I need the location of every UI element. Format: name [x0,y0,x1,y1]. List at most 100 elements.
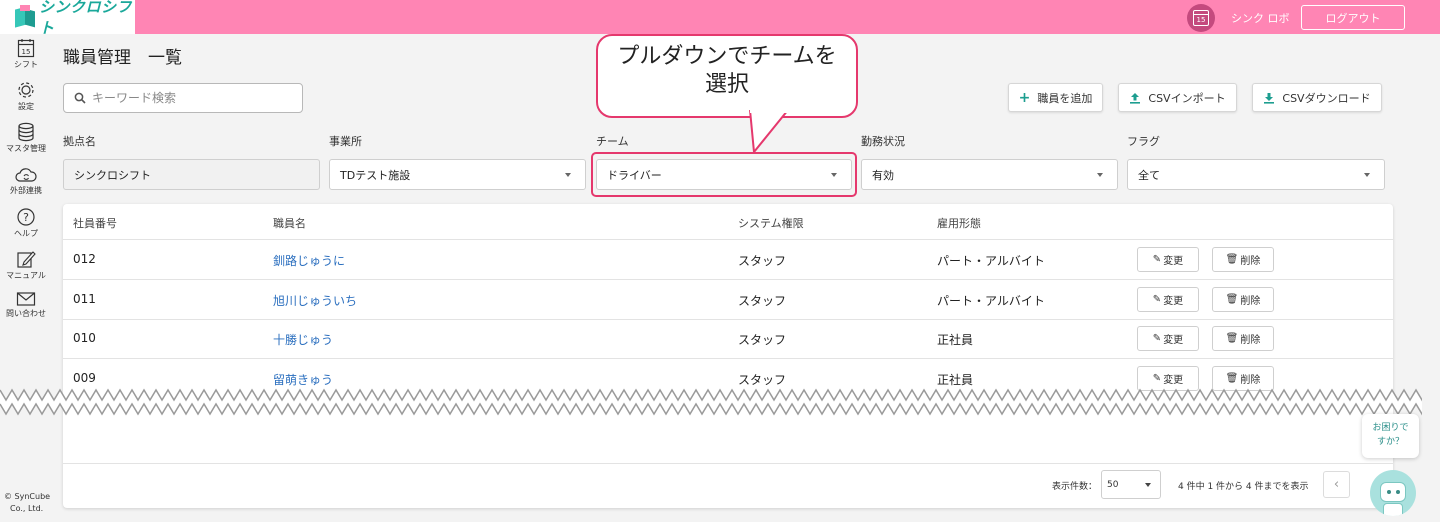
logo-text: シンクロシフト [39,0,133,37]
instruction-callout-text: プルダウンでチームを 選択 [617,44,837,97]
manual-icon [17,251,36,268]
employee-name-link[interactable]: 釧路じゅうに [273,252,345,269]
delete-button[interactable]: 🗑 削除 [1212,287,1274,312]
edit-button[interactable]: ✎ 変更 [1137,287,1199,312]
help-robot-icon[interactable] [1370,470,1416,516]
page-title: 職員管理 一覧 [63,48,182,68]
prev-page-button[interactable]: ‹ [1323,471,1350,498]
calendar-icon: 15 [17,39,35,58]
callout-pointer [749,110,790,153]
flag-select[interactable]: 全て [1127,159,1385,190]
column-header-name: 職員名 [273,217,306,230]
sidebar-item-shift[interactable]: 15 シフト [0,38,52,70]
chevron-down-icon [1364,173,1370,177]
help-icon: ? [17,208,35,226]
header-user-name: シンク ロボ [1231,12,1290,25]
pagination-range-text: 4 件中 1 件から 4 件までを表示 [1178,482,1309,492]
csv-download-label: CSVダウンロード [1282,91,1371,105]
csv-download-button[interactable]: CSVダウンロード [1252,83,1382,112]
trash-icon: 🗑 [1225,373,1239,384]
sidebar-item-contact[interactable]: 問い合わせ [0,291,52,319]
scrollbar[interactable] [1422,34,1440,522]
truncation-zigzag [0,388,1440,416]
column-header-employment: 雇用形態 [937,217,981,230]
sidebar-item-integration[interactable]: 外部連携 [0,166,52,196]
row-divider [63,239,1393,240]
employee-id: 009 [73,371,96,385]
pencil-icon: ✎ [1152,294,1162,305]
system-role: スタッフ [738,294,787,308]
employment-type: 正社員 [937,333,974,347]
employment-type: パート・アルバイト [937,254,1045,268]
sidebar-item-settings[interactable]: 設定 [0,80,52,112]
edit-button[interactable]: ✎ 変更 [1137,326,1199,351]
employee-id: 011 [73,292,96,306]
team-select-highlight [591,152,857,197]
svg-text:?: ? [23,211,29,224]
csv-import-label: CSVインポート [1148,91,1226,105]
filter-label-flag: フラグ [1127,135,1160,148]
sidebar-item-label: 設定 [18,102,34,111]
gear-icon [18,82,34,98]
row-divider [63,319,1393,320]
system-role: スタッフ [738,373,787,387]
cloud-sync-icon [15,168,37,182]
employee-name-link[interactable]: 留萌きゅう [273,371,333,388]
employment-type: 正社員 [937,373,974,387]
row-divider [63,279,1393,280]
pencil-icon: ✎ [1152,333,1162,344]
sidebar-item-help[interactable]: ? ヘルプ [0,207,52,239]
delete-button[interactable]: 🗑 削除 [1212,247,1274,272]
filter-label-base: 拠点名 [63,135,96,148]
logout-button[interactable]: ログアウト [1301,5,1405,30]
base-name-value: シンクロシフト [74,168,151,182]
employee-name-link[interactable]: 旭川じゅういち [273,292,357,309]
add-staff-button[interactable]: + 職員を追加 [1008,83,1103,112]
delete-button[interactable]: 🗑 削除 [1212,326,1274,351]
csv-import-button[interactable]: CSVインポート [1118,83,1237,112]
chevron-left-icon: ‹ [1333,477,1340,492]
download-icon [1264,92,1275,104]
chevron-down-icon [1145,483,1151,487]
trash-icon: 🗑 [1225,294,1239,305]
employment-type: パート・アルバイト [937,294,1045,308]
search-input[interactable] [92,91,282,105]
mail-icon [16,292,36,306]
sidebar-item-label: マスタ管理 [6,144,46,153]
column-header-id: 社員番号 [73,217,117,230]
office-select[interactable]: TDテスト施設 [329,159,586,190]
trash-icon: 🗑 [1225,254,1239,265]
work-status-select[interactable]: 有効 [861,159,1118,190]
sidebar-item-label: 外部連携 [10,186,42,195]
employee-id: 010 [73,331,96,345]
sidebar-item-label: 問い合わせ [6,309,46,318]
per-page-select[interactable]: 50 [1101,470,1161,499]
table-footer-divider [63,463,1393,464]
chevron-down-icon [1097,173,1103,177]
filter-label-status: 勤務状況 [861,135,905,148]
upload-icon [1130,92,1141,104]
system-role: スタッフ [738,254,787,268]
system-role: スタッフ [738,333,787,347]
row-divider [63,358,1393,359]
base-name-field: シンクロシフト [63,159,320,190]
column-header-role: システム権限 [738,217,804,230]
logo-cube-icon [12,4,35,30]
edit-button[interactable]: ✎ 変更 [1137,247,1199,272]
header-calendar-button[interactable]: 15 [1187,4,1215,32]
sidebar-item-manual[interactable]: マニュアル [0,249,52,281]
app-logo[interactable]: シンクロシフト [0,0,135,37]
sidebar-item-label: マニュアル [6,271,46,280]
calendar-icon: 15 [1193,10,1209,26]
svg-text:15: 15 [22,48,31,56]
sidebar-item-master[interactable]: マスタ管理 [0,122,52,154]
employee-id: 012 [73,252,96,266]
employee-name-link[interactable]: 十勝じゅう [273,331,333,348]
sidebar-item-label: シフト [14,60,38,69]
per-page-label: 表示件数： [1052,482,1098,492]
copyright: © SynCube Co., Ltd. [4,492,51,513]
trash-icon: 🗑 [1225,333,1239,344]
search-icon [74,92,86,104]
search-box[interactable] [63,83,303,113]
help-chat-bubble[interactable]: お困りで すか？ [1362,414,1419,458]
